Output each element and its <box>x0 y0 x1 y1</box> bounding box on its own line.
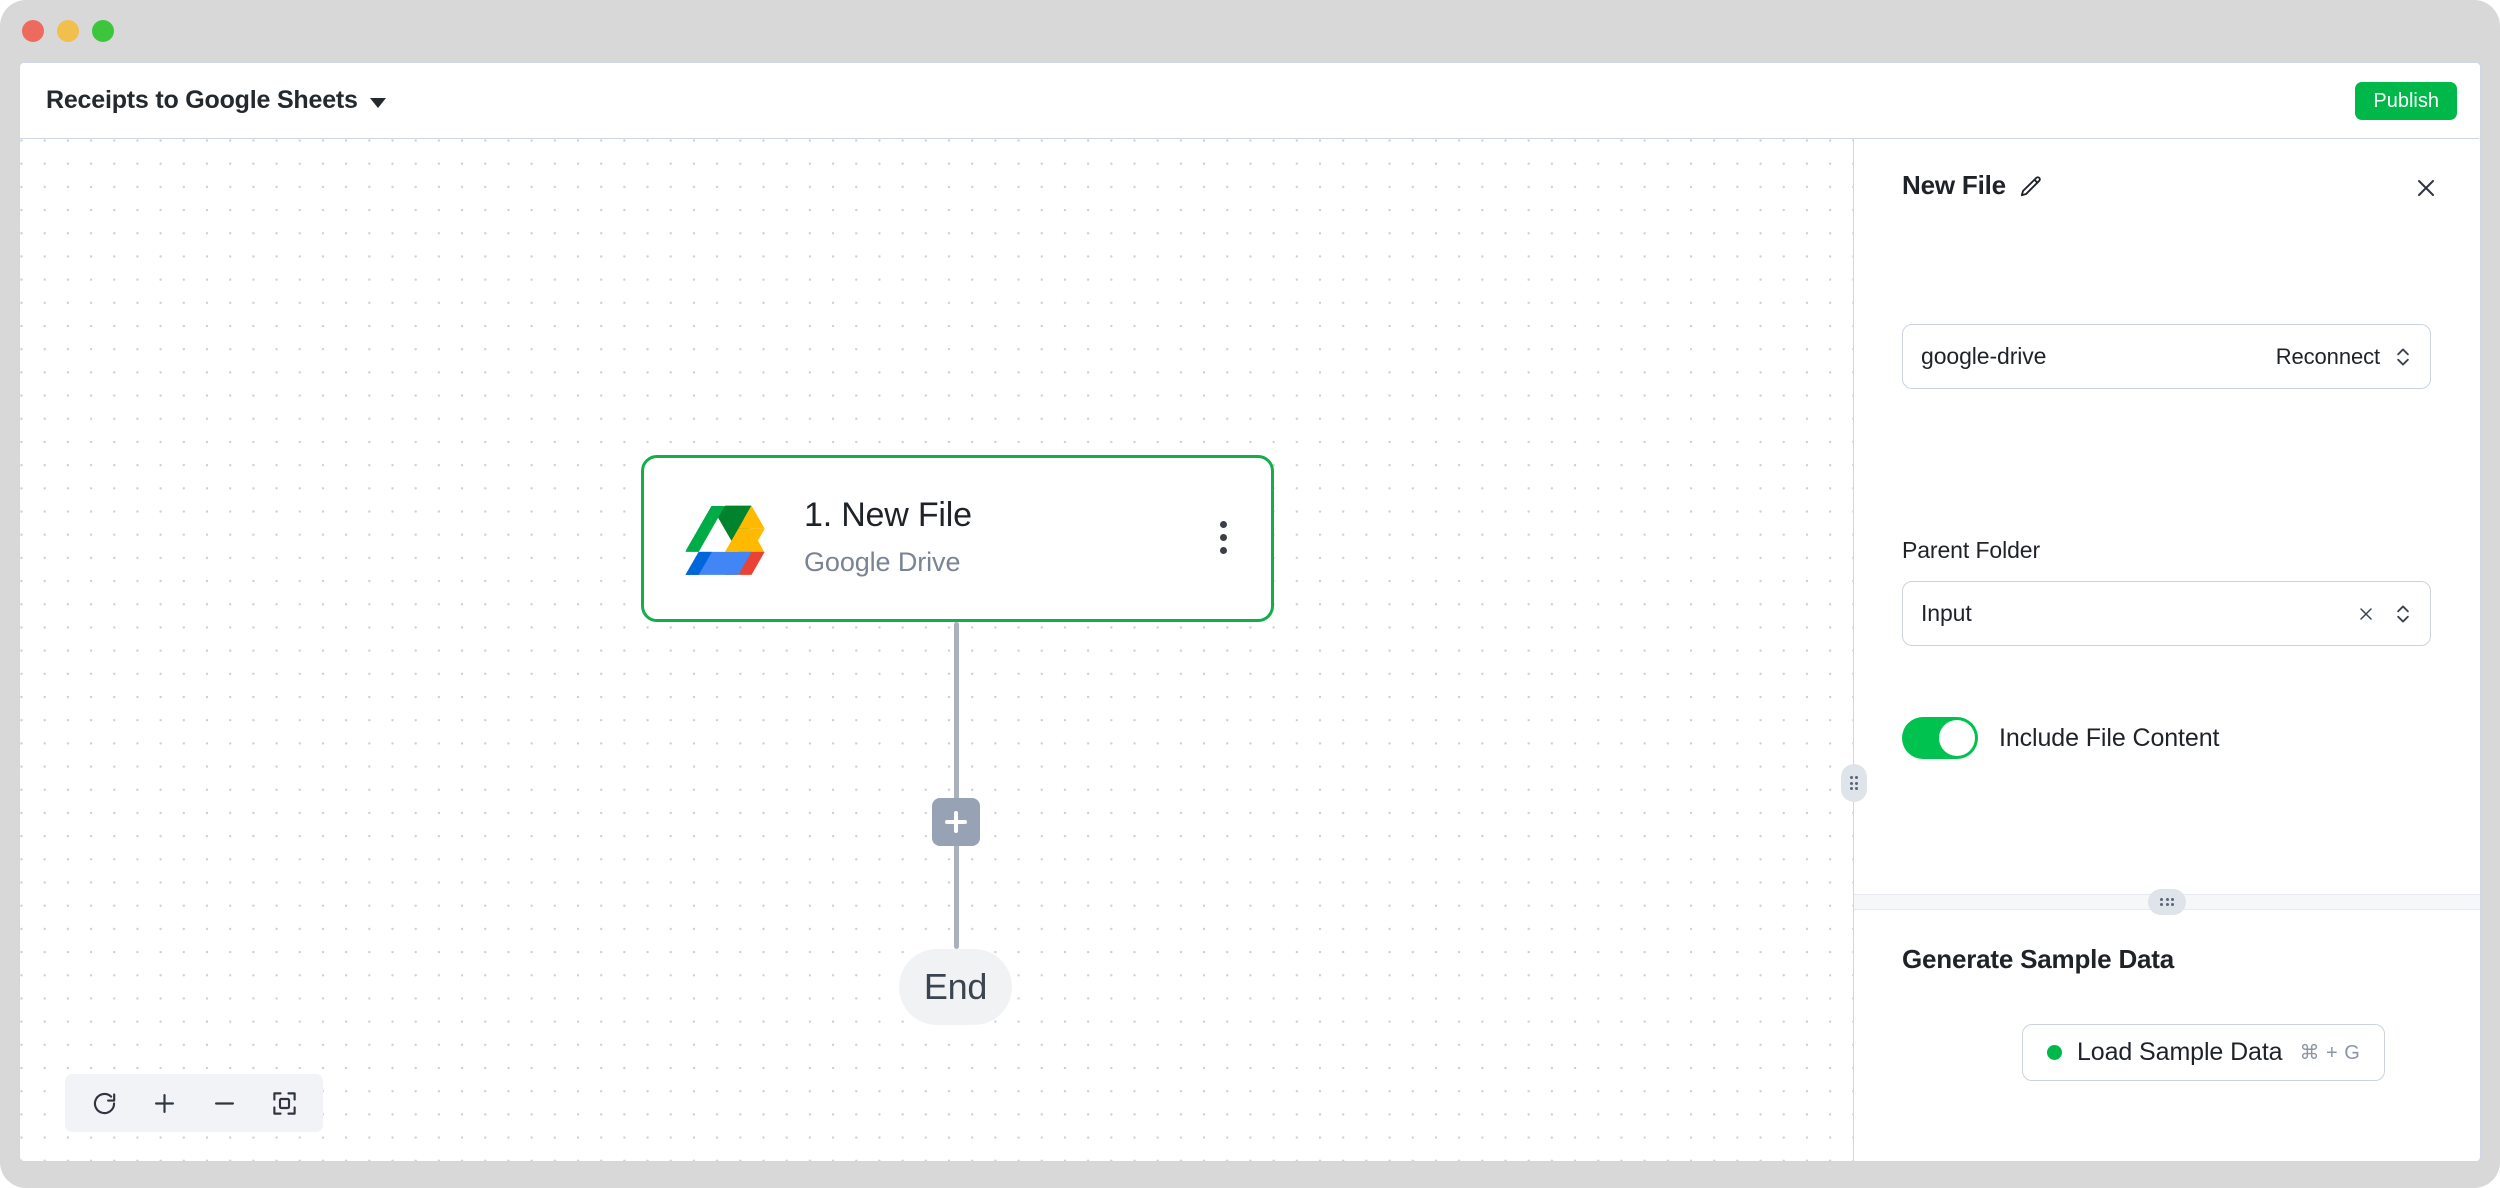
load-sample-data-shortcut: ⌘ + G <box>2299 1042 2361 1064</box>
os-window: Receipts to Google Sheets Publish 1. New… <box>0 0 2500 1188</box>
publish-button[interactable]: Publish <box>2355 82 2457 120</box>
panel-title-wrap: New File <box>1902 170 2044 201</box>
chevron-down-icon <box>369 97 386 108</box>
include-file-content-row: Include File Content <box>1902 717 2219 759</box>
kebab-menu-icon[interactable] <box>1216 517 1231 558</box>
minus-icon <box>214 1101 234 1105</box>
chevron-updown-icon-folder[interactable] <box>2394 601 2412 627</box>
flow-node-new-file[interactable]: 1. New File Google Drive <box>641 455 1274 622</box>
node-title: 1. New File <box>804 496 972 534</box>
node-text-block: 1. New File Google Drive <box>804 494 972 578</box>
zoom-in-button[interactable] <box>134 1074 194 1132</box>
load-sample-data-button[interactable]: Load Sample Data ⌘ + G <box>2022 1024 2386 1081</box>
refresh-icon <box>93 1092 115 1114</box>
chevron-updown-icon[interactable] <box>2394 344 2412 370</box>
app-topbar: Receipts to Google Sheets Publish <box>20 63 2479 139</box>
end-node-label: End <box>923 966 988 1007</box>
window-minimize-button[interactable] <box>57 20 79 42</box>
flow-edge <box>954 622 959 949</box>
canvas-toolbar <box>65 1074 323 1132</box>
connection-select[interactable]: google-drive Reconnect <box>1902 324 2431 389</box>
window-close-button[interactable] <box>22 20 44 42</box>
flow-title-dropdown[interactable]: Receipts to Google Sheets <box>46 86 386 115</box>
plus-icon <box>154 1093 174 1113</box>
node-settings-panel: New File google-drive Reconnect Parent F… <box>1841 139 2480 1161</box>
reconnect-label[interactable]: Reconnect <box>2276 344 2380 370</box>
parent-folder-select[interactable]: Input <box>1902 581 2431 646</box>
include-file-content-toggle[interactable] <box>1902 717 1978 759</box>
google-drive-icon <box>685 505 765 575</box>
grip-dots-icon-horizontal <box>2160 897 2174 907</box>
parent-folder-value: Input <box>1921 600 1972 626</box>
status-dot-icon <box>2047 1045 2062 1060</box>
grip-dots-icon <box>1849 776 1859 790</box>
include-file-content-label: Include File Content <box>1999 723 2220 752</box>
flow-canvas[interactable]: 1. New File Google Drive End <box>20 139 1853 1161</box>
panel-header: New File <box>1854 139 2479 225</box>
close-icon <box>2418 180 2434 196</box>
app-frame: Receipts to Google Sheets Publish 1. New… <box>19 62 2481 1162</box>
close-panel-button[interactable] <box>2405 167 2447 209</box>
toggle-knob <box>1939 720 1975 756</box>
window-maximize-button[interactable] <box>92 20 114 42</box>
fit-screen-icon <box>272 1091 296 1115</box>
load-sample-data-label: Load Sample Data <box>2077 1038 2283 1066</box>
parent-folder-label: Parent Folder <box>1902 537 2041 563</box>
pencil-icon[interactable] <box>2018 174 2044 200</box>
clear-parent-folder-icon[interactable] <box>2356 604 2376 624</box>
panel-resize-handle-vertical[interactable] <box>1841 764 1867 802</box>
fit-to-screen-button[interactable] <box>254 1074 314 1132</box>
add-node-button[interactable] <box>932 798 980 846</box>
window-titlebar <box>0 0 2500 62</box>
sample-data-section-title: Generate Sample Data <box>1902 944 2175 974</box>
panel-section-divider <box>1854 889 2480 915</box>
flow-node-end[interactable]: End <box>899 949 1012 1025</box>
panel-title: New File <box>1902 170 2006 200</box>
node-subtitle: Google Drive <box>804 546 961 577</box>
connection-value: google-drive <box>1921 343 2047 369</box>
page-title: Receipts to Google Sheets <box>46 86 358 114</box>
panel-resize-handle-horizontal[interactable] <box>2148 889 2186 915</box>
plus-icon-vertical <box>954 811 958 833</box>
zoom-out-button[interactable] <box>194 1074 254 1132</box>
reset-view-button[interactable] <box>74 1074 134 1132</box>
